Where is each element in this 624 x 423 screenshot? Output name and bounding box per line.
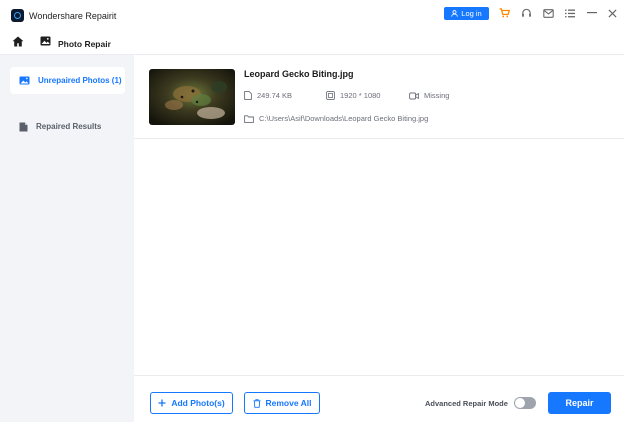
title-bar: Wondershare Repairit Log in (0, 0, 624, 28)
image-icon (19, 76, 30, 85)
trash-icon (253, 398, 260, 408)
sidebar-item-unrepaired[interactable]: Unrepaired Photos (1) (10, 67, 125, 94)
app-title: Wondershare Repairit (29, 11, 117, 21)
photo-list: Leopard Gecko Biting.jpg 249.74 KB 1920 … (134, 55, 624, 375)
add-photos-button[interactable]: Add Photo(s) (150, 392, 233, 414)
cart-icon[interactable] (497, 6, 511, 20)
login-label: Log in (461, 9, 482, 18)
list-item[interactable]: Leopard Gecko Biting.jpg 249.74 KB 1920 … (134, 55, 624, 139)
advanced-repair-toggle[interactable] (514, 397, 536, 409)
app-logo-icon (11, 9, 24, 22)
sidebar-item-label: Repaired Results (36, 122, 102, 131)
footer-bar: Add Photo(s) Remove All Advanced Repair … (134, 375, 624, 423)
minimize-icon[interactable] (585, 6, 599, 20)
video-camera-icon (409, 92, 419, 99)
page-title: Photo Repair (58, 39, 111, 49)
close-icon[interactable] (605, 6, 619, 20)
file-path: C:\Users\Asif\Downloads\Leopard Gecko Bi… (244, 114, 428, 123)
file-size: 249.74 KB (244, 91, 292, 100)
file-resolution: 1920 * 1080 (326, 91, 380, 100)
advanced-repair-label: Advanced Repair Mode (425, 399, 508, 408)
sidebar-item-repaired[interactable]: Repaired Results (10, 113, 125, 140)
document-icon (19, 122, 28, 131)
repair-button[interactable]: Repair (548, 392, 611, 414)
photo-thumbnail (149, 69, 235, 125)
file-camera: Missing (409, 91, 449, 100)
plus-icon (158, 399, 166, 407)
sidebar-item-label: Unrepaired Photos (1) (38, 76, 122, 85)
remove-all-button[interactable]: Remove All (244, 392, 320, 414)
resolution-icon (326, 91, 335, 100)
mail-icon[interactable] (541, 6, 555, 20)
photo-icon (40, 36, 51, 46)
file-name: Leopard Gecko Biting.jpg (244, 69, 354, 79)
user-icon (451, 10, 459, 17)
nav-bar: Photo Repair (0, 28, 624, 55)
login-button[interactable]: Log in (444, 7, 489, 20)
home-icon[interactable] (12, 36, 24, 47)
folder-icon (244, 114, 254, 123)
menu-list-icon[interactable] (563, 6, 577, 20)
file-icon (244, 91, 252, 100)
sidebar: Unrepaired Photos (1) Repaired Results (0, 55, 134, 422)
headset-icon[interactable] (519, 6, 533, 20)
